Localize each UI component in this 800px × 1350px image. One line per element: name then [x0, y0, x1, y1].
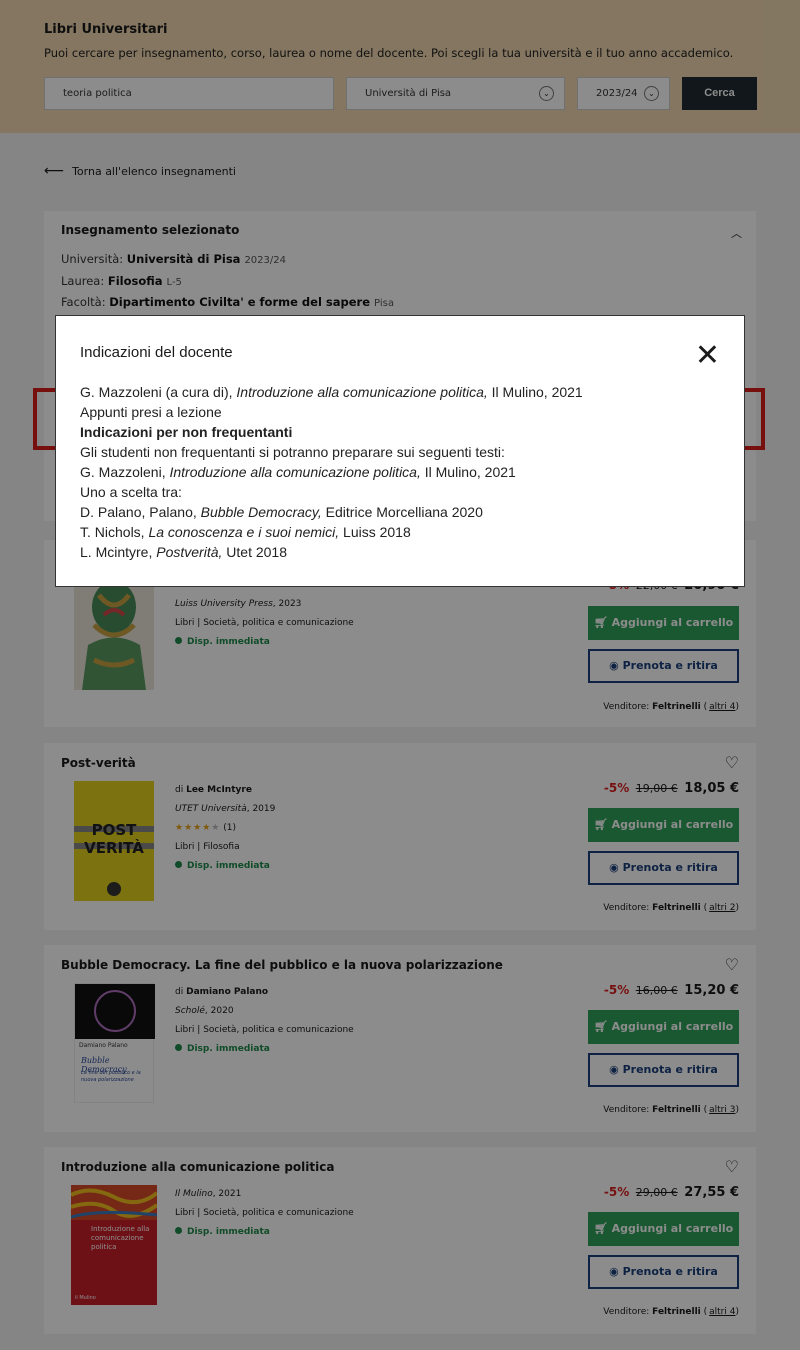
modal-backdrop[interactable] — [0, 0, 800, 1350]
close-icon[interactable]: ✕ — [695, 338, 720, 373]
teacher-notes-modal: Indicazioni del docente ✕ G. Mazzoleni (… — [55, 315, 745, 587]
modal-body: G. Mazzoleni (a cura di), Introduzione a… — [80, 384, 583, 560]
modal-title: Indicazioni del docente — [80, 344, 233, 361]
